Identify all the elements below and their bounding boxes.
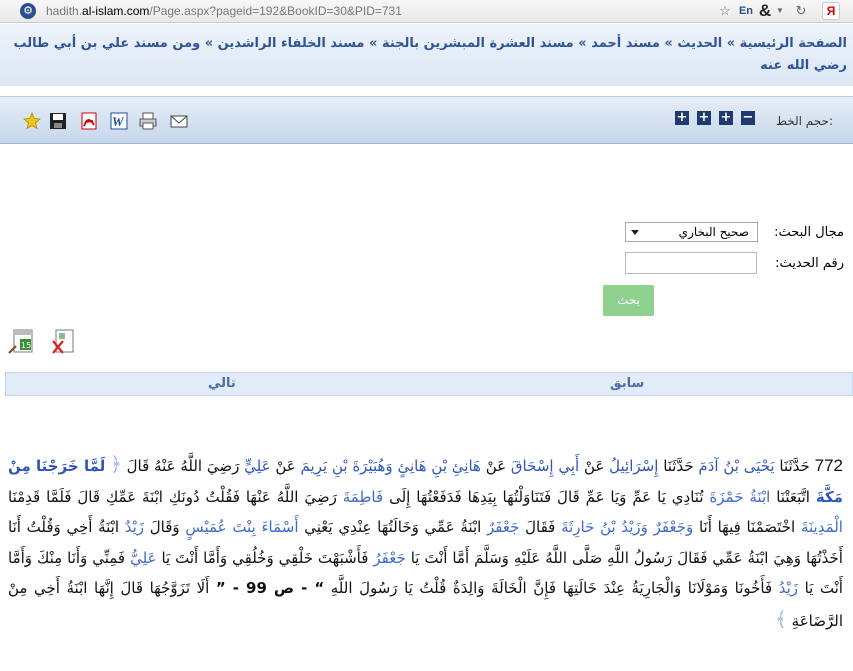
font-decrease-button[interactable]: − (741, 111, 755, 125)
text-fragment: فَأَخُونَا وَمَوْلَانَا وَالْجَارِيَةُ ع… (330, 579, 773, 597)
place-link[interactable]: الْمَدِينَةَ (801, 518, 843, 536)
narrator-link[interactable]: إِسْرَائِيلُ (609, 457, 658, 475)
save-disk-icon[interactable] (49, 112, 67, 130)
favorite-star-icon[interactable] (23, 111, 41, 130)
yandex-search-icon[interactable]: Я (822, 2, 840, 20)
breadcrumb-rightly-guided[interactable]: مسند الخلفاء الراشدين (218, 36, 365, 51)
site-favicon-icon: ⚙ (20, 3, 36, 19)
search-button[interactable]: بحث (603, 285, 654, 316)
url-text[interactable]: hadith.al-islam.com/Page.aspx?pageid=192… (46, 4, 402, 18)
person-link[interactable]: جَعْفَرُ (373, 549, 405, 567)
text-fragment: رَضِيَ اللَّهُ عَنْهُ قَالَ (126, 457, 240, 475)
browser-address-bar: ⚙ hadith.al-islam.com/Page.aspx?pageid=1… (0, 0, 853, 23)
breadcrumb-separator: » (726, 36, 736, 51)
page-reference: “ - ص 99 - ” (215, 579, 325, 597)
text-fragment: اخْتَصَمْنَا فِيهَا أَنَا (698, 518, 796, 536)
breadcrumb: الصفحة الرئيسية » الحديث » مسند أحمد » م… (7, 33, 847, 77)
text-fragment: تُنَادِي يَا عَمِّ وَيَا عَمِّ قَالَ فَت… (389, 487, 704, 506)
text-fragment: فَقَالَ (525, 518, 556, 536)
breadcrumb-separator: » (369, 36, 378, 51)
text-fragment: ابْنَةُ عَمِّي وَخَالَتُهَا عِنْدِي يَعْ… (304, 518, 482, 536)
person-link[interactable]: وَجَعْفَرٌ وَزَيْدُ بْنُ حَارِثَةَ (561, 518, 693, 536)
url-domain: al-islam.com (82, 4, 150, 18)
bookmark-star-icon[interactable]: ☆ (717, 2, 733, 20)
url-path: /Page.aspx?pageid=192&BookID=30&PID=731 (149, 4, 402, 18)
tools-toolbar: حجم الخط: − + + + W (0, 96, 853, 144)
svg-text:15: 15 (21, 341, 31, 350)
ampersand-icon[interactable]: & (757, 2, 773, 20)
text-fragment: وَقَالَ (149, 518, 180, 536)
hadith-number: 772 (814, 456, 843, 475)
person-link[interactable]: ابْنَةُ حَمْزَةَ (709, 488, 770, 506)
svg-text:W: W (112, 114, 125, 129)
text-fragment: رَضِيَ اللَّهُ عَنْهَا فَقُلْتُ دُونَكِ … (8, 487, 337, 506)
text-fragment: عَنْ (275, 457, 296, 475)
url-prefix: hadith. (46, 4, 83, 18)
email-icon[interactable] (170, 112, 188, 130)
search-field-select[interactable]: صحيح البخاري (625, 222, 758, 242)
person-link[interactable]: أَسْمَاءَ بِنْتَ عُمَيْسٍ (185, 518, 298, 536)
narrator-link[interactable]: عَلِيٍّ (244, 457, 270, 475)
person-link[interactable]: جَعْفَرٌ (487, 518, 519, 536)
breadcrumb-home[interactable]: الصفحة الرئيسية (740, 36, 847, 51)
reload-icon[interactable]: ↻ (793, 2, 809, 20)
remove-document-icon[interactable] (50, 328, 76, 356)
font-increase-button-3[interactable]: + (675, 111, 689, 125)
person-link[interactable]: زَيْدُ (779, 579, 798, 597)
breadcrumb-bar: الصفحة الرئيسية » الحديث » مسند أحمد » م… (0, 24, 853, 86)
breadcrumb-separator: » (664, 36, 673, 51)
person-link[interactable]: زَيْدٌ (125, 518, 144, 536)
breadcrumb-musnad-ahmad[interactable]: مسند أحمد (591, 36, 660, 51)
breadcrumb-ten-promised[interactable]: مسند العشرة المبشرين بالجنة (382, 36, 574, 51)
pdf-icon[interactable] (80, 112, 98, 130)
next-hadith-link[interactable]: تالي (208, 376, 236, 391)
font-increase-button-2[interactable]: + (697, 111, 711, 125)
calendar-15-icon[interactable]: 15 (8, 328, 34, 356)
text-fragment: حَدَّثَنَا (779, 457, 810, 475)
hadith-number-label: رقم الحديث: (775, 256, 844, 271)
font-size-label: حجم الخط: (775, 114, 833, 128)
font-increase-button-1[interactable]: + (719, 111, 733, 125)
search-field-value: صحيح البخاري (678, 225, 749, 239)
hadith-navigation-bar: سابق تالي (5, 372, 853, 396)
narrator-link[interactable]: أَبِي إِسْحَاقَ (511, 457, 579, 475)
quote-close-mark: ﴾ (775, 606, 787, 631)
narrator-link[interactable]: يَحْيَى بْنُ آدَمَ (698, 457, 774, 475)
person-link[interactable]: عَلِيُّ (130, 549, 156, 567)
narrator-link[interactable]: هَانِئِ بْنِ هَانِئٍ (397, 457, 480, 475)
breadcrumb-separator: » (204, 36, 214, 51)
text-fragment: حَدَّثَنَا (663, 457, 694, 475)
text-fragment: عَنْ (583, 457, 605, 475)
search-field-label: مجال البحث: (774, 225, 844, 240)
person-link[interactable]: فَاطِمَةَ (343, 488, 383, 506)
text-fragment: فَأَشْبَهْتَ خَلْقِي وَخُلُقِي وَأَمَّا … (161, 548, 369, 567)
word-icon[interactable]: W (110, 112, 128, 130)
quote-open-mark: ﴿ (110, 452, 122, 476)
text-fragment: عَنْ (485, 457, 507, 475)
breadcrumb-separator: » (578, 36, 587, 51)
print-icon[interactable] (139, 112, 157, 130)
narrator-link[interactable]: وَهُبَيْرَةَ بْنِ يَرِيمَ (301, 457, 393, 475)
url-dropdown-icon[interactable]: ▼ (775, 2, 785, 20)
translate-lang-button[interactable]: En (737, 2, 755, 20)
hadith-number-input[interactable] (625, 252, 757, 274)
breadcrumb-hadith[interactable]: الحديث (677, 36, 722, 51)
hadith-text: 772 حَدَّثَنَا يَحْيَى بْنُ آدَمَ حَدَّث… (8, 449, 843, 636)
text-fragment: اتَّبَعَتْنَا (776, 487, 810, 506)
chevron-down-icon (631, 230, 639, 235)
previous-hadith-link[interactable]: سابق (610, 376, 644, 391)
